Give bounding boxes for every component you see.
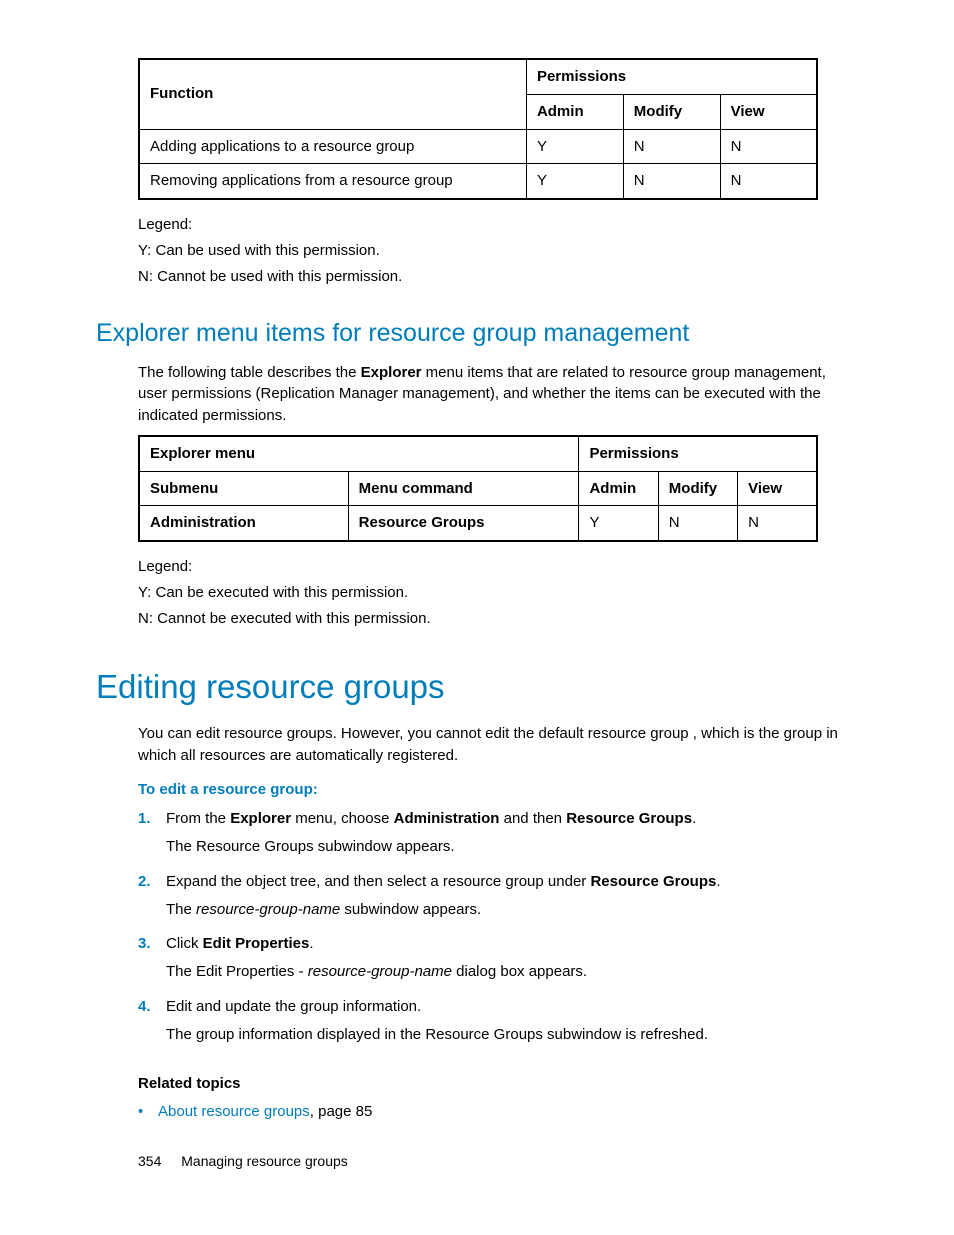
t2-r-m: N xyxy=(669,514,680,531)
t1-legend-label: Legend: xyxy=(138,214,858,236)
step-3-num: 3. xyxy=(138,933,166,993)
related-topic-item: About resource groups, page 85 xyxy=(138,1101,858,1123)
step-2: 2. Expand the object tree, and then sele… xyxy=(138,871,858,931)
t1-r1-a: Y xyxy=(537,172,547,189)
s2sb: resource-group-name xyxy=(196,901,340,918)
t2-legend-label: Legend: xyxy=(138,556,858,578)
t2-perm-head: Permissions xyxy=(589,445,678,462)
s2p2: . xyxy=(716,873,720,890)
s1p3: Administration xyxy=(394,810,500,827)
s1-pa: The following table describes the xyxy=(138,364,361,381)
step-1-num: 1. xyxy=(138,808,166,868)
step-4-sub: The group information displayed in the R… xyxy=(166,1024,858,1046)
t2-legend-y: Y: Can be executed with this permission. xyxy=(138,582,858,604)
t1-r0-fn: Adding applications to a resource group xyxy=(150,138,414,155)
page: Function Permissions Admin Modify View A… xyxy=(0,0,954,1235)
t1-legend-y: Y: Can be used with this permission. xyxy=(138,240,858,262)
t1-admin-head: Admin xyxy=(537,103,584,120)
t2-explorer-head: Explorer menu xyxy=(150,445,255,462)
t2-legend-n: N: Cannot be executed with this permissi… xyxy=(138,608,858,630)
s1p0: From the xyxy=(166,810,230,827)
s1p2: menu, choose xyxy=(291,810,394,827)
related-link[interactable]: About resource groups xyxy=(158,1103,310,1120)
table-row: Removing applications from a resource gr… xyxy=(139,164,817,199)
s3p1: Edit Properties xyxy=(203,935,310,952)
footer-title: Managing resource groups xyxy=(181,1153,348,1169)
t2-view-head: View xyxy=(748,480,782,497)
table-row: Adding applications to a resource group … xyxy=(139,129,817,164)
page-number: 354 xyxy=(138,1153,161,1169)
t1-r0-m: N xyxy=(634,138,645,155)
t1-r1-v: N xyxy=(731,172,742,189)
t2-r-cmd: Resource Groups xyxy=(359,514,485,531)
section2-heading: Editing resource groups xyxy=(96,663,858,711)
s1p6: . xyxy=(692,810,696,827)
s3sa: The Edit Properties - xyxy=(166,963,308,980)
t1-r0-a: Y xyxy=(537,138,547,155)
t1-perm-head: Permissions xyxy=(537,68,626,85)
s1p4: and then xyxy=(499,810,566,827)
s2sa: The xyxy=(166,901,196,918)
s2p1: Resource Groups xyxy=(590,873,716,890)
t1-r1-m: N xyxy=(634,172,645,189)
page-footer: 354 Managing resource groups xyxy=(138,1151,348,1171)
t2-modify-head: Modify xyxy=(669,480,717,497)
t1-view-head: View xyxy=(731,103,765,120)
s2p0: Expand the object tree, and then select … xyxy=(166,873,590,890)
section2-intro: You can edit resource groups. However, y… xyxy=(138,723,858,767)
s1p1: Explorer xyxy=(230,810,291,827)
permissions-table-1: Function Permissions Admin Modify View A… xyxy=(138,58,818,200)
permissions-table-2: Explorer menu Permissions Submenu Menu c… xyxy=(138,435,818,542)
s1p5: Resource Groups xyxy=(566,810,692,827)
s3sb: resource-group-name xyxy=(308,963,452,980)
procedure-steps: 1. From the Explorer menu, choose Admini… xyxy=(138,808,858,1055)
s3p2: . xyxy=(309,935,313,952)
t1-r0-v: N xyxy=(731,138,742,155)
s4p: Edit and update the group information. xyxy=(166,998,421,1015)
related-topics-list: About resource groups, page 85 xyxy=(138,1101,858,1123)
step-1: 1. From the Explorer menu, choose Admini… xyxy=(138,808,858,868)
section1-heading: Explorer menu items for resource group m… xyxy=(96,315,858,351)
step-3: 3. Click Edit Properties. The Edit Prope… xyxy=(138,933,858,993)
t2-sub-head: Submenu xyxy=(150,480,218,497)
t2-r-a: Y xyxy=(589,514,599,531)
table-row: Administration Resource Groups Y N N xyxy=(139,506,817,541)
step-1-sub: The Resource Groups subwindow appears. xyxy=(166,836,858,858)
related-topics-heading: Related topics xyxy=(138,1073,858,1095)
s1-pb: Explorer xyxy=(361,364,422,381)
procedure-heading: To edit a resource group: xyxy=(138,779,858,801)
s3sc: dialog box appears. xyxy=(452,963,587,980)
t1-func-head: Function xyxy=(150,85,213,102)
s2sc: subwindow appears. xyxy=(340,901,481,918)
t2-r-v: N xyxy=(748,514,759,531)
t1-legend-n: N: Cannot be used with this permission. xyxy=(138,266,858,288)
step-4-num: 4. xyxy=(138,996,166,1056)
related-suffix: , page 85 xyxy=(310,1103,373,1120)
step-2-num: 2. xyxy=(138,871,166,931)
step-4: 4. Edit and update the group information… xyxy=(138,996,858,1056)
t2-cmd-head: Menu command xyxy=(359,480,473,497)
t1-modify-head: Modify xyxy=(634,103,682,120)
t2-r-sub: Administration xyxy=(150,514,256,531)
t2-admin-head: Admin xyxy=(589,480,636,497)
step-3-sub: The Edit Properties - resource-group-nam… xyxy=(166,961,858,983)
step-2-sub: The resource-group-name subwindow appear… xyxy=(166,899,858,921)
section1-para: The following table describes the Explor… xyxy=(138,362,858,427)
t1-r1-fn: Removing applications from a resource gr… xyxy=(150,172,453,189)
s3p0: Click xyxy=(166,935,203,952)
